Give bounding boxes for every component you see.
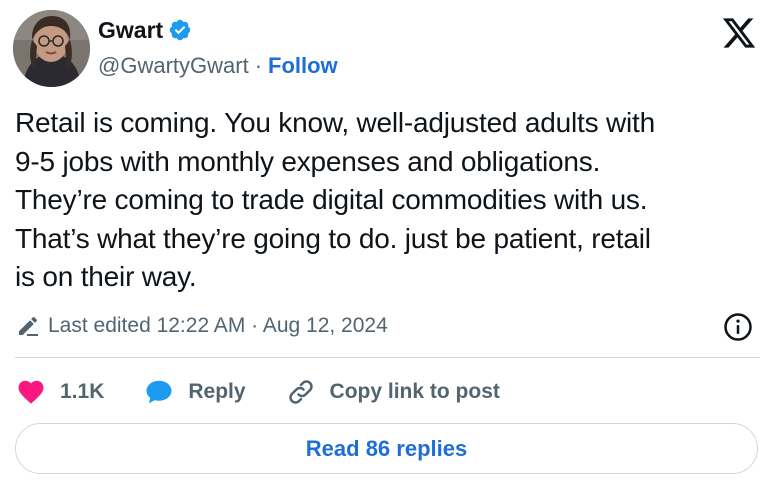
separator-dot: · xyxy=(254,53,263,78)
heart-icon xyxy=(18,380,44,404)
edited-label: Last edited 12:22 AM · Aug 12, 2024 xyxy=(48,314,388,337)
read-replies-button[interactable]: Read 86 replies xyxy=(15,423,758,474)
post-text: Retail is coming. You know, well-adjuste… xyxy=(15,107,655,292)
author-name[interactable]: Gwart xyxy=(98,17,163,44)
link-icon xyxy=(288,380,313,404)
author-handle[interactable]: @GwartyGwart xyxy=(98,53,249,79)
copy-link-button[interactable]: Copy link to post xyxy=(286,377,500,407)
avatar[interactable] xyxy=(13,10,90,87)
author-info: Gwart @GwartyGwart · Follow xyxy=(98,16,338,81)
like-button[interactable]: 1.1K xyxy=(16,377,104,407)
reply-button[interactable]: Reply xyxy=(144,377,246,407)
info-icon[interactable] xyxy=(723,312,753,342)
copy-link-label: Copy link to post xyxy=(329,380,500,403)
verified-badge-icon xyxy=(169,19,191,41)
speech-bubble-icon xyxy=(146,380,172,404)
like-count: 1.1K xyxy=(60,380,105,403)
pencil-icon xyxy=(19,316,38,336)
edited-info[interactable]: Last edited 12:22 AM · Aug 12, 2024 xyxy=(16,310,388,342)
reply-label: Reply xyxy=(188,380,246,403)
follow-button[interactable]: Follow xyxy=(268,53,338,79)
divider xyxy=(15,357,760,358)
x-logo-icon[interactable] xyxy=(720,15,758,51)
embedded-post: Gwart @GwartyGwart · Follow Retail is co… xyxy=(0,0,776,494)
action-bar: 1.1K Reply Copy link to post xyxy=(16,372,540,412)
